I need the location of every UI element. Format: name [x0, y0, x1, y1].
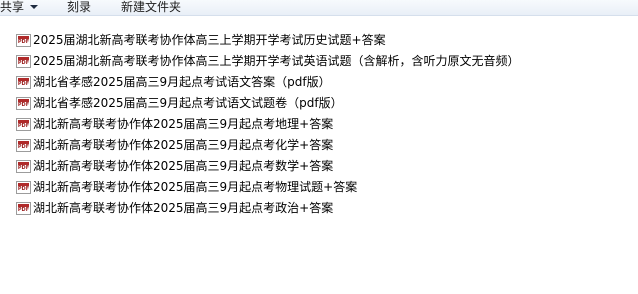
burn-label: 刻录 — [67, 0, 92, 14]
pdf-file-icon: PDF — [16, 202, 31, 215]
file-item[interactable]: PDF 湖北新高考联考协作体2025届高三9月起点考数学+答案 — [16, 157, 576, 176]
file-name: 2025届湖北新高考联考协作体高三上学期开学考试历史试题+答案 — [33, 33, 386, 47]
pdf-file-icon: PDF — [16, 34, 31, 47]
new-folder-label: 新建文件夹 — [121, 0, 182, 14]
file-name: 2025届湖北新高考联考协作体高三上学期开学考试英语试题（含解析，含听力原文无音… — [33, 54, 520, 68]
file-name: 湖北新高考联考协作体2025届高三9月起点考化学+答案 — [33, 138, 334, 152]
file-name: 湖北省孝感2025届高三9月起点考试语文试题卷（pdf版） — [33, 96, 343, 110]
pdf-file-icon: PDF — [16, 181, 31, 194]
pdf-file-icon: PDF — [16, 76, 31, 89]
file-name: 湖北省孝感2025届高三9月起点考试语文答案（pdf版） — [33, 75, 331, 89]
pdf-file-icon: PDF — [16, 55, 31, 68]
file-name: 湖北新高考联考协作体2025届高三9月起点考物理试题+答案 — [33, 180, 358, 194]
file-name: 湖北新高考联考协作体2025届高三9月起点考地理+答案 — [33, 117, 334, 131]
command-toolbar: 共享 刻录 新建文件夹 — [0, 0, 638, 16]
new-folder-button[interactable]: 新建文件夹 — [121, 0, 181, 15]
file-item[interactable]: PDF 2025届湖北新高考联考协作体高三上学期开学考试历史试题+答案 — [16, 31, 576, 50]
file-item[interactable]: PDF 2025届湖北新高考联考协作体高三上学期开学考试英语试题（含解析，含听力… — [16, 52, 576, 71]
file-name: 湖北新高考联考协作体2025届高三9月起点考政治+答案 — [33, 201, 334, 215]
file-item[interactable]: PDF 湖北新高考联考协作体2025届高三9月起点考化学+答案 — [16, 136, 576, 155]
pdf-file-icon: PDF — [16, 97, 31, 110]
pdf-file-icon: PDF — [16, 118, 31, 131]
share-label: 共享 — [0, 0, 25, 14]
share-menu-button[interactable]: 共享 — [0, 0, 39, 15]
file-item[interactable]: PDF 湖北省孝感2025届高三9月起点考试语文答案（pdf版） — [16, 73, 576, 92]
file-item[interactable]: PDF 湖北省孝感2025届高三9月起点考试语文试题卷（pdf版） — [16, 94, 576, 113]
chevron-down-icon — [30, 4, 39, 9]
file-item[interactable]: PDF 湖北新高考联考协作体2025届高三9月起点考物理试题+答案 — [16, 178, 576, 197]
file-item[interactable]: PDF 湖北新高考联考协作体2025届高三9月起点考政治+答案 — [16, 199, 576, 218]
pdf-file-icon: PDF — [16, 139, 31, 152]
file-item[interactable]: PDF 湖北新高考联考协作体2025届高三9月起点考地理+答案 — [16, 115, 576, 134]
pdf-file-icon: PDF — [16, 160, 31, 173]
file-name: 湖北新高考联考协作体2025届高三9月起点考数学+答案 — [33, 159, 334, 173]
burn-button[interactable]: 刻录 — [67, 0, 91, 15]
